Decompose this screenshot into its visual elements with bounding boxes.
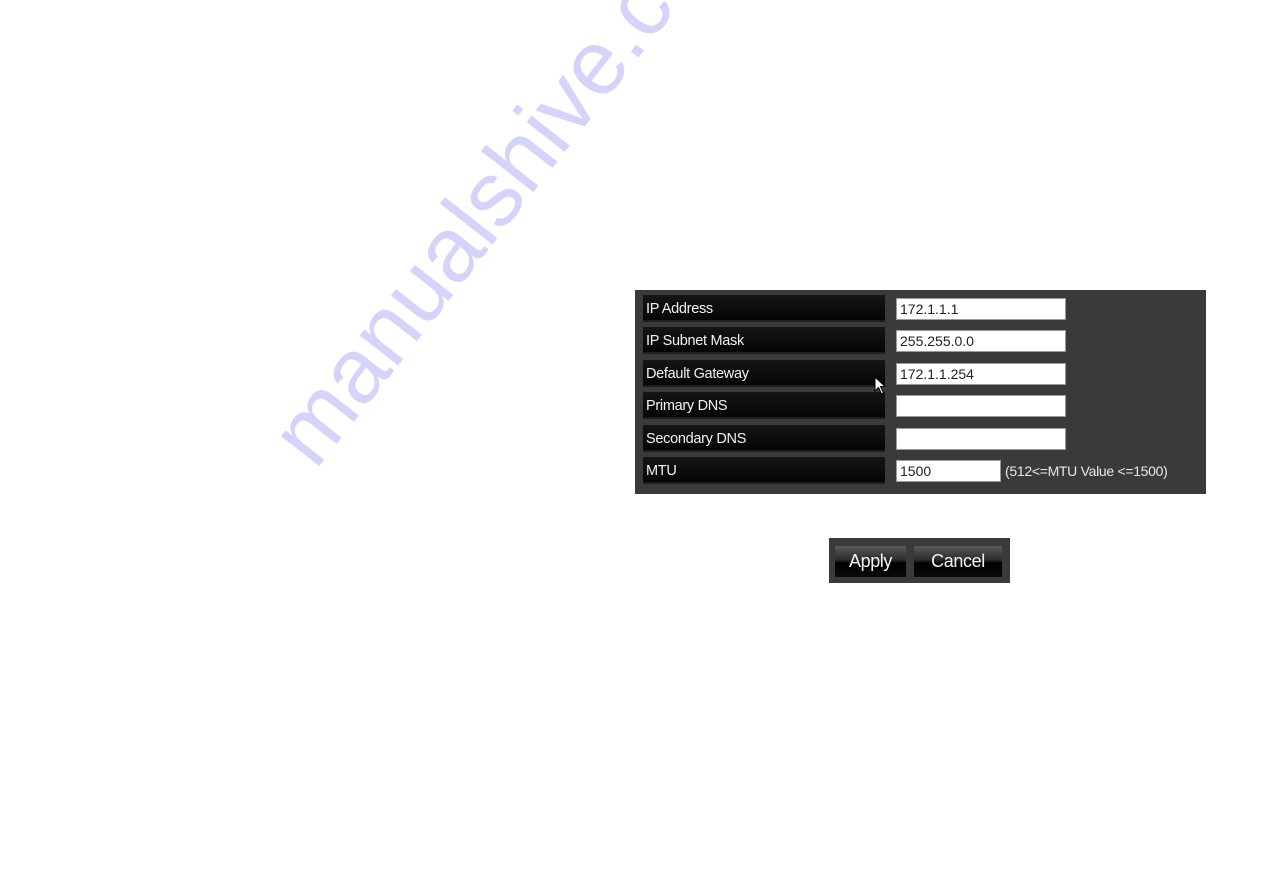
cancel-button[interactable]: Cancel [914,546,1002,577]
secondary-dns-row: Secondary DNS [643,425,1198,453]
ip-address-label: IP Address [643,295,885,322]
secondary-dns-input[interactable] [896,428,1066,450]
primary-dns-input[interactable] [896,395,1066,417]
mtu-row: MTU (512<=MTU Value <=1500) [643,457,1198,485]
primary-dns-label: Primary DNS [643,392,885,419]
ip-address-row: IP Address [643,295,1198,323]
secondary-dns-label: Secondary DNS [643,425,885,452]
action-button-bar: Apply Cancel [829,538,1010,583]
primary-dns-row: Primary DNS [643,392,1198,420]
mtu-range-hint: (512<=MTU Value <=1500) [1005,463,1168,479]
subnet-mask-row: IP Subnet Mask [643,327,1198,355]
lan-settings-panel: IP Address IP Subnet Mask Default Gatewa… [635,290,1206,494]
mouse-pointer-icon [874,376,887,395]
subnet-mask-label: IP Subnet Mask [643,327,885,354]
subnet-mask-input[interactable] [896,330,1066,352]
mtu-input[interactable] [896,460,1001,482]
mtu-label: MTU [643,457,885,484]
default-gateway-row: Default Gateway [643,360,1198,388]
default-gateway-input[interactable] [896,363,1066,385]
apply-button[interactable]: Apply [835,546,906,577]
ip-address-input[interactable] [896,298,1066,320]
default-gateway-label: Default Gateway [643,360,885,387]
